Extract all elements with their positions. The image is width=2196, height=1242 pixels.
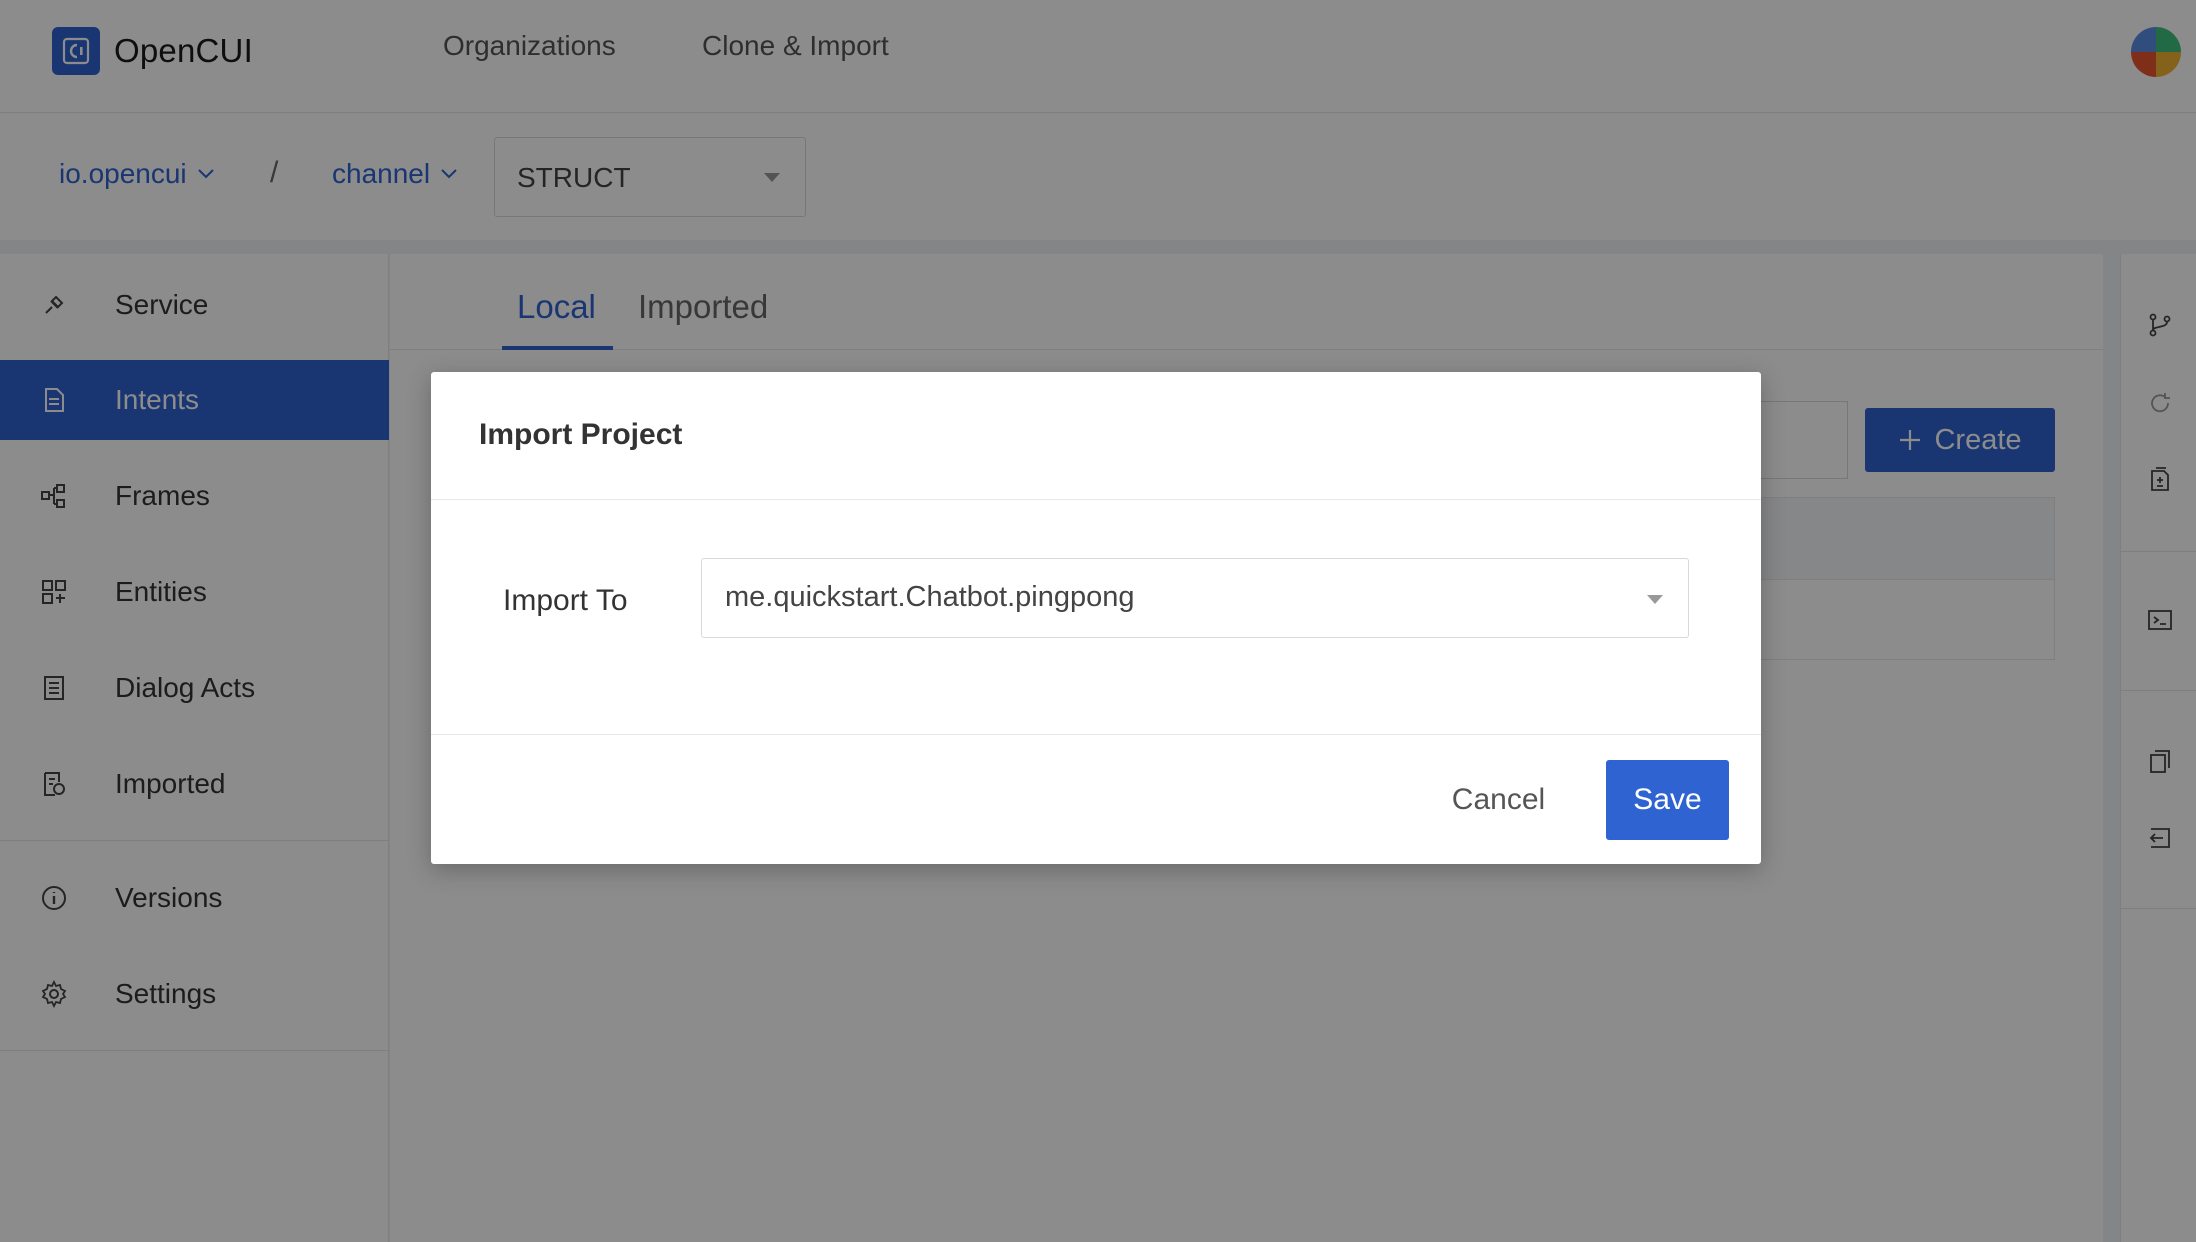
cancel-button-label: Cancel (1451, 783, 1546, 816)
dialog-title: Import Project (479, 418, 683, 451)
caret-down-icon (1647, 595, 1663, 604)
import-to-value: me.quickstart.Chatbot.pingpong (725, 581, 1135, 613)
save-button-label: Save (1633, 783, 1702, 816)
dialog-divider (431, 499, 1761, 500)
import-to-select[interactable]: me.quickstart.Chatbot.pingpong (701, 558, 1689, 638)
save-button[interactable]: Save (1606, 760, 1729, 840)
dialog-divider (431, 734, 1761, 735)
import-project-dialog: Import Project Import To me.quickstart.C… (431, 372, 1761, 864)
cancel-button[interactable]: Cancel (1441, 760, 1556, 840)
import-to-label: Import To (503, 584, 628, 617)
